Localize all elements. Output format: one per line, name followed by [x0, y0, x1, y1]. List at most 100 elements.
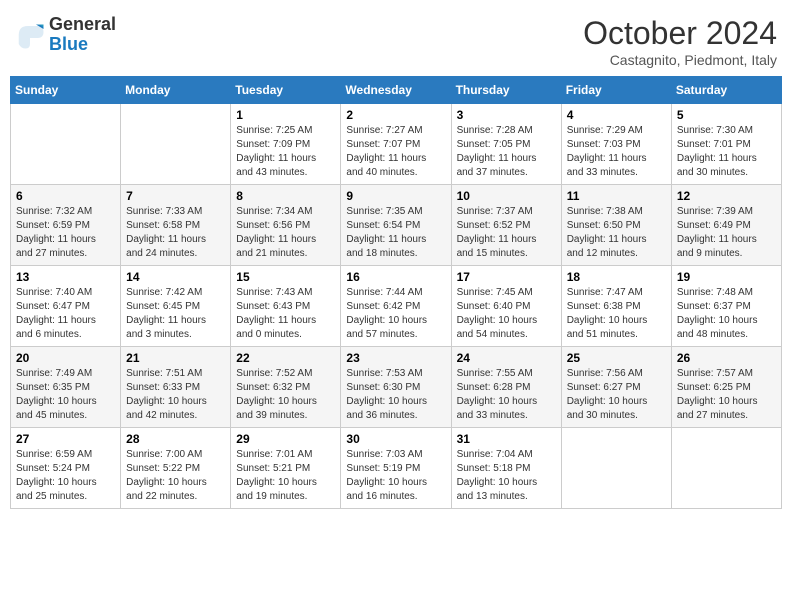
day-number: 12 — [677, 189, 776, 203]
day-number: 17 — [457, 270, 556, 284]
day-info: Sunrise: 7:48 AMSunset: 6:37 PMDaylight:… — [677, 286, 776, 342]
weekday-header: Thursday — [451, 77, 561, 104]
day-number: 28 — [126, 432, 225, 446]
page-header: General Blue October 2024 Castagnito, Pi… — [10, 10, 782, 68]
day-info: Sunrise: 7:39 AMSunset: 6:49 PMDaylight:… — [677, 205, 776, 261]
day-info: Sunrise: 7:49 AMSunset: 6:35 PMDaylight:… — [16, 367, 115, 423]
logo-icon — [15, 20, 45, 50]
day-number: 29 — [236, 432, 335, 446]
logo: General Blue — [15, 15, 116, 55]
day-info: Sunrise: 7:38 AMSunset: 6:50 PMDaylight:… — [567, 205, 666, 261]
calendar-cell: 15 Sunrise: 7:43 AMSunset: 6:43 PMDayligh… — [231, 266, 341, 347]
calendar-cell: 11 Sunrise: 7:38 AMSunset: 6:50 PMDayligh… — [561, 185, 671, 266]
calendar-cell: 20 Sunrise: 7:49 AMSunset: 6:35 PMDayligh… — [11, 347, 121, 428]
day-info: Sunrise: 7:04 AMSunset: 5:18 PMDaylight:… — [457, 448, 556, 504]
calendar-cell: 21 Sunrise: 7:51 AMSunset: 6:33 PMDayligh… — [121, 347, 231, 428]
calendar-cell: 24 Sunrise: 7:55 AMSunset: 6:28 PMDayligh… — [451, 347, 561, 428]
calendar-cell: 6Sunrise: 7:32 AMSunset: 6:59 PMDaylight… — [11, 185, 121, 266]
day-info: Sunrise: 7:47 AMSunset: 6:38 PMDaylight:… — [567, 286, 666, 342]
day-info: Sunrise: 7:52 AMSunset: 6:32 PMDaylight:… — [236, 367, 335, 423]
day-info: Sunrise: 7:03 AMSunset: 5:19 PMDaylight:… — [346, 448, 445, 504]
calendar-cell — [121, 104, 231, 185]
calendar-week-row: 13 Sunrise: 7:40 AMSunset: 6:47 PMDayligh… — [11, 266, 782, 347]
calendar-cell: 9 Sunrise: 7:35 AMSunset: 6:54 PMDaylight… — [341, 185, 451, 266]
day-number: 23 — [346, 351, 445, 365]
day-number: 21 — [126, 351, 225, 365]
day-info: Sunrise: 7:35 AMSunset: 6:54 PMDaylight:… — [346, 205, 445, 261]
day-info: Sunrise: 7:53 AMSunset: 6:30 PMDaylight:… — [346, 367, 445, 423]
month-title: October 2024 — [583, 15, 777, 52]
weekday-header-row: SundayMondayTuesdayWednesdayThursdayFrid… — [11, 77, 782, 104]
calendar-cell: 16Sunrise: 7:44 AMSunset: 6:42 PMDayligh… — [341, 266, 451, 347]
calendar-cell: 5 Sunrise: 7:30 AMSunset: 7:01 PMDaylight… — [671, 104, 781, 185]
day-number: 8 — [236, 189, 335, 203]
calendar-cell: 13 Sunrise: 7:40 AMSunset: 6:47 PMDayligh… — [11, 266, 121, 347]
day-number: 30 — [346, 432, 445, 446]
calendar-cell: 7 Sunrise: 7:33 AMSunset: 6:58 PMDaylight… — [121, 185, 231, 266]
calendar-cell: 23 Sunrise: 7:53 AMSunset: 6:30 PMDayligh… — [341, 347, 451, 428]
calendar-cell: 18 Sunrise: 7:47 AMSunset: 6:38 PMDayligh… — [561, 266, 671, 347]
logo-general: General — [49, 15, 116, 35]
day-number: 2 — [346, 108, 445, 122]
day-number: 26 — [677, 351, 776, 365]
day-info: Sunrise: 7:34 AMSunset: 6:56 PMDaylight:… — [236, 205, 335, 261]
day-number: 9 — [346, 189, 445, 203]
day-info: Sunrise: 7:43 AMSunset: 6:43 PMDaylight:… — [236, 286, 335, 342]
day-info: Sunrise: 7:45 AMSunset: 6:40 PMDaylight:… — [457, 286, 556, 342]
day-number: 11 — [567, 189, 666, 203]
calendar-cell: 8 Sunrise: 7:34 AMSunset: 6:56 PMDaylight… — [231, 185, 341, 266]
calendar-cell: 3Sunrise: 7:28 AMSunset: 7:05 PMDaylight… — [451, 104, 561, 185]
day-number: 16 — [346, 270, 445, 284]
day-info: Sunrise: 7:56 AMSunset: 6:27 PMDaylight:… — [567, 367, 666, 423]
calendar-cell: 31 Sunrise: 7:04 AMSunset: 5:18 PMDayligh… — [451, 428, 561, 509]
day-info: Sunrise: 7:55 AMSunset: 6:28 PMDaylight:… — [457, 367, 556, 423]
calendar-cell — [671, 428, 781, 509]
weekday-header: Tuesday — [231, 77, 341, 104]
day-number: 24 — [457, 351, 556, 365]
calendar-cell: 14Sunrise: 7:42 AMSunset: 6:45 PMDayligh… — [121, 266, 231, 347]
day-number: 6 — [16, 189, 115, 203]
calendar-cell: 17 Sunrise: 7:45 AMSunset: 6:40 PMDayligh… — [451, 266, 561, 347]
day-number: 19 — [677, 270, 776, 284]
day-info: Sunrise: 7:27 AMSunset: 7:07 PMDaylight:… — [346, 124, 445, 180]
day-number: 22 — [236, 351, 335, 365]
day-number: 18 — [567, 270, 666, 284]
day-number: 13 — [16, 270, 115, 284]
calendar-cell: 25Sunrise: 7:56 AMSunset: 6:27 PMDayligh… — [561, 347, 671, 428]
day-number: 20 — [16, 351, 115, 365]
calendar-cell: 22 Sunrise: 7:52 AMSunset: 6:32 PMDayligh… — [231, 347, 341, 428]
weekday-header: Wednesday — [341, 77, 451, 104]
logo-blue: Blue — [49, 35, 116, 55]
calendar-table: SundayMondayTuesdayWednesdayThursdayFrid… — [10, 76, 782, 509]
day-info: Sunrise: 7:00 AMSunset: 5:22 PMDaylight:… — [126, 448, 225, 504]
day-number: 10 — [457, 189, 556, 203]
calendar-cell: 4Sunrise: 7:29 AMSunset: 7:03 PMDaylight… — [561, 104, 671, 185]
calendar-cell — [561, 428, 671, 509]
weekday-header: Sunday — [11, 77, 121, 104]
calendar-week-row: 1Sunrise: 7:25 AMSunset: 7:09 PMDaylight… — [11, 104, 782, 185]
day-info: Sunrise: 7:30 AMSunset: 7:01 PMDaylight:… — [677, 124, 776, 180]
calendar-week-row: 20 Sunrise: 7:49 AMSunset: 6:35 PMDayligh… — [11, 347, 782, 428]
calendar-cell: 30 Sunrise: 7:03 AMSunset: 5:19 PMDayligh… — [341, 428, 451, 509]
day-number: 31 — [457, 432, 556, 446]
day-number: 15 — [236, 270, 335, 284]
calendar-week-row: 27Sunrise: 6:59 AMSunset: 5:24 PMDayligh… — [11, 428, 782, 509]
calendar-week-row: 6Sunrise: 7:32 AMSunset: 6:59 PMDaylight… — [11, 185, 782, 266]
day-info: Sunrise: 7:51 AMSunset: 6:33 PMDaylight:… — [126, 367, 225, 423]
location-subtitle: Castagnito, Piedmont, Italy — [583, 52, 777, 68]
logo-text: General Blue — [49, 15, 116, 55]
day-number: 5 — [677, 108, 776, 122]
weekday-header: Monday — [121, 77, 231, 104]
calendar-cell: 28 Sunrise: 7:00 AMSunset: 5:22 PMDayligh… — [121, 428, 231, 509]
calendar-cell: 19 Sunrise: 7:48 AMSunset: 6:37 PMDayligh… — [671, 266, 781, 347]
calendar-cell — [11, 104, 121, 185]
weekday-header: Saturday — [671, 77, 781, 104]
day-info: Sunrise: 7:33 AMSunset: 6:58 PMDaylight:… — [126, 205, 225, 261]
day-number: 7 — [126, 189, 225, 203]
day-info: Sunrise: 7:40 AMSunset: 6:47 PMDaylight:… — [16, 286, 115, 342]
day-info: Sunrise: 7:29 AMSunset: 7:03 PMDaylight:… — [567, 124, 666, 180]
day-number: 1 — [236, 108, 335, 122]
day-info: Sunrise: 7:01 AMSunset: 5:21 PMDaylight:… — [236, 448, 335, 504]
day-info: Sunrise: 7:57 AMSunset: 6:25 PMDaylight:… — [677, 367, 776, 423]
day-info: Sunrise: 7:42 AMSunset: 6:45 PMDaylight:… — [126, 286, 225, 342]
